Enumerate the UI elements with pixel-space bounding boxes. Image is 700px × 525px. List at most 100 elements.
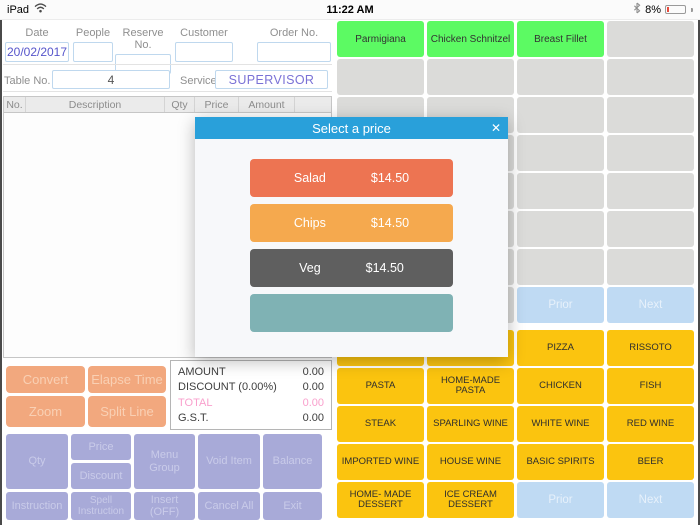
category-cell-r2c3-chicken[interactable]: CHICKEN	[517, 368, 604, 404]
void-item-button[interactable]: Void Item	[198, 434, 260, 489]
column-no: No.	[4, 97, 26, 112]
category-grid: PIZZARISSOTO PASTAHOME-MADE PASTACHICKENF…	[337, 330, 694, 518]
price-option-blank-4[interactable]	[250, 294, 453, 332]
field-group-date: Date 20/02/2017	[5, 27, 69, 62]
service-label: Service	[180, 75, 217, 87]
status-right: 8%	[633, 2, 693, 17]
price-button[interactable]: Price	[71, 434, 131, 460]
category-cell-r3c4-red-wine[interactable]: RED WINE	[607, 406, 694, 442]
menu-cell-r5c3[interactable]	[517, 173, 604, 209]
customer-input[interactable]	[175, 42, 233, 62]
exit-button[interactable]: Exit	[263, 492, 322, 520]
category-cell-r5c4-next[interactable]: Next	[607, 482, 694, 518]
battery-percent: 8%	[645, 4, 661, 16]
totals-row-amount: AMOUNT0.00	[178, 365, 324, 379]
menu-cell-r2c4[interactable]	[607, 59, 694, 95]
menu-cell-r1c4[interactable]	[607, 21, 694, 57]
battery-icon	[665, 5, 686, 14]
reserve-no-label: Reserve No.	[115, 27, 171, 51]
category-cell-r5c3-prior[interactable]: Prior	[517, 482, 604, 518]
column-amount: Amount	[239, 97, 295, 112]
category-cell-r4c2-house-wine[interactable]: HOUSE WINE	[427, 444, 514, 480]
category-cell-r5c2-ice-cream-dessert[interactable]: ICE CREAM DESSERT	[427, 482, 514, 518]
price-options: Salad$14.50 Chips $14.50 Veg$14.50	[195, 139, 508, 332]
price-option-price: $14.50	[371, 216, 409, 230]
wifi-icon	[34, 3, 47, 16]
form-divider-2	[3, 91, 332, 92]
totals-label-amount: AMOUNT	[178, 365, 226, 379]
menu-cell-r4c3[interactable]	[517, 135, 604, 171]
table-no-input[interactable]: 4	[52, 70, 170, 89]
people-input[interactable]	[73, 42, 113, 62]
menu-cell-r3c4[interactable]	[607, 97, 694, 133]
price-option-chips[interactable]: Chips $14.50	[250, 204, 453, 242]
totals-label-total: TOTAL	[178, 396, 212, 410]
menu-cell-r2c1[interactable]	[337, 59, 424, 95]
totals-label-g-s-t: G.S.T.	[178, 411, 209, 425]
category-cell-r3c3-white-wine[interactable]: WHITE WINE	[517, 406, 604, 442]
price-option-name: Veg	[299, 261, 321, 275]
order-table-header: No. Description Qty Price Amount	[3, 96, 332, 113]
menu-cell-r8c4-next[interactable]: Next	[607, 287, 694, 323]
category-cell-r2c1-pasta[interactable]: PASTA	[337, 368, 424, 404]
category-cell-r4c3-basic-spirits[interactable]: BASIC SPIRITS	[517, 444, 604, 480]
instruction-button[interactable]: Instruction	[6, 492, 68, 520]
column-description: Description	[26, 97, 165, 112]
qty-button[interactable]: Qty	[6, 434, 68, 489]
menu-cell-r7c3[interactable]	[517, 249, 604, 285]
price-option-salad[interactable]: Salad$14.50	[250, 159, 453, 197]
device-name: iPad	[7, 4, 29, 16]
menu-cell-r1c2-chicken-schnitzel[interactable]: Chicken Schnitzel	[427, 21, 514, 57]
category-cell-r4c1-imported-wine[interactable]: IMPORTED WINE	[337, 444, 424, 480]
price-option-veg[interactable]: Veg$14.50	[250, 249, 453, 287]
convert-button[interactable]: Convert	[6, 366, 85, 393]
menu-cell-r6c3[interactable]	[517, 211, 604, 247]
category-cell-r1c3-pizza[interactable]: PIZZA	[517, 330, 604, 366]
pos-app-screen: iPad 11:22 AM 8% Date 20/02/2017 People	[0, 0, 700, 525]
menu-cell-r7c4[interactable]	[607, 249, 694, 285]
menu-cell-r5c4[interactable]	[607, 173, 694, 209]
column-qty: Qty	[165, 97, 195, 112]
category-cell-r2c4-fish[interactable]: FISH	[607, 368, 694, 404]
menu-cell-r3c3[interactable]	[517, 97, 604, 133]
elapse-time-button[interactable]: Elapse Time	[88, 366, 166, 393]
insert-off-button[interactable]: Insert (OFF)	[134, 492, 195, 520]
menu-cell-r2c2[interactable]	[427, 59, 514, 95]
category-cell-r3c2-sparling-wine[interactable]: SPARLING WINE	[427, 406, 514, 442]
spell-instruction-button[interactable]: Spell Instruction	[71, 492, 131, 520]
totals-row-g-s-t: G.S.T.0.00	[178, 411, 324, 425]
split-line-button[interactable]: Split Line	[88, 396, 166, 427]
table-no-label: Table No.	[4, 75, 50, 87]
menu-cell-r1c1-parmigiana[interactable]: Parmigiana	[337, 21, 424, 57]
menu-cell-r6c4[interactable]	[607, 211, 694, 247]
date-label: Date	[5, 27, 69, 39]
category-cell-r5c1-home-made-dessert[interactable]: HOME- MADE DESSERT	[337, 482, 424, 518]
cancel-all-button[interactable]: Cancel All	[198, 492, 260, 520]
menu-cell-r8c3-prior[interactable]: Prior	[517, 287, 604, 323]
select-price-dialog: Select a price ✕ Salad$14.50Chips$14.50V…	[195, 117, 508, 357]
price-option-name: Chips	[294, 216, 326, 230]
category-cell-r4c4-beer[interactable]: BEER	[607, 444, 694, 480]
balance-button[interactable]: Balance	[263, 434, 322, 489]
function-keypad: Qty Price Discount Menu Group Void Item …	[6, 434, 326, 520]
category-cell-r2c2-home-made-pasta[interactable]: HOME-MADE PASTA	[427, 368, 514, 404]
bluetooth-icon	[633, 2, 641, 17]
menu-cell-r1c3-breast-fillet[interactable]: Breast Fillet	[517, 21, 604, 57]
field-group-people: People	[73, 27, 113, 62]
totals-row-discount-0-00: DISCOUNT (0.00%)0.00	[178, 380, 324, 394]
menu-cell-r4c4[interactable]	[607, 135, 694, 171]
totals-row-total: TOTAL0.00	[178, 396, 324, 410]
category-cell-r1c4-rissoto[interactable]: RISSOTO	[607, 330, 694, 366]
category-cell-r3c1-steak[interactable]: STEAK	[337, 406, 424, 442]
service-input[interactable]: SUPERVISOR	[215, 70, 328, 89]
zoom-button[interactable]: Zoom	[6, 396, 85, 427]
totals-box: AMOUNT0.00DISCOUNT (0.00%)0.00 TOTAL0.00G…	[170, 360, 332, 430]
menu-group-button[interactable]: Menu Group	[134, 434, 195, 489]
menu-cell-r2c3[interactable]	[517, 59, 604, 95]
order-no-input[interactable]	[257, 42, 331, 62]
date-input[interactable]: 20/02/2017	[5, 42, 69, 62]
discount-button[interactable]: Discount	[71, 463, 131, 489]
close-icon[interactable]: ✕	[491, 117, 501, 139]
form-divider-1	[3, 64, 332, 65]
field-group-order-no: Order No.	[257, 27, 331, 62]
